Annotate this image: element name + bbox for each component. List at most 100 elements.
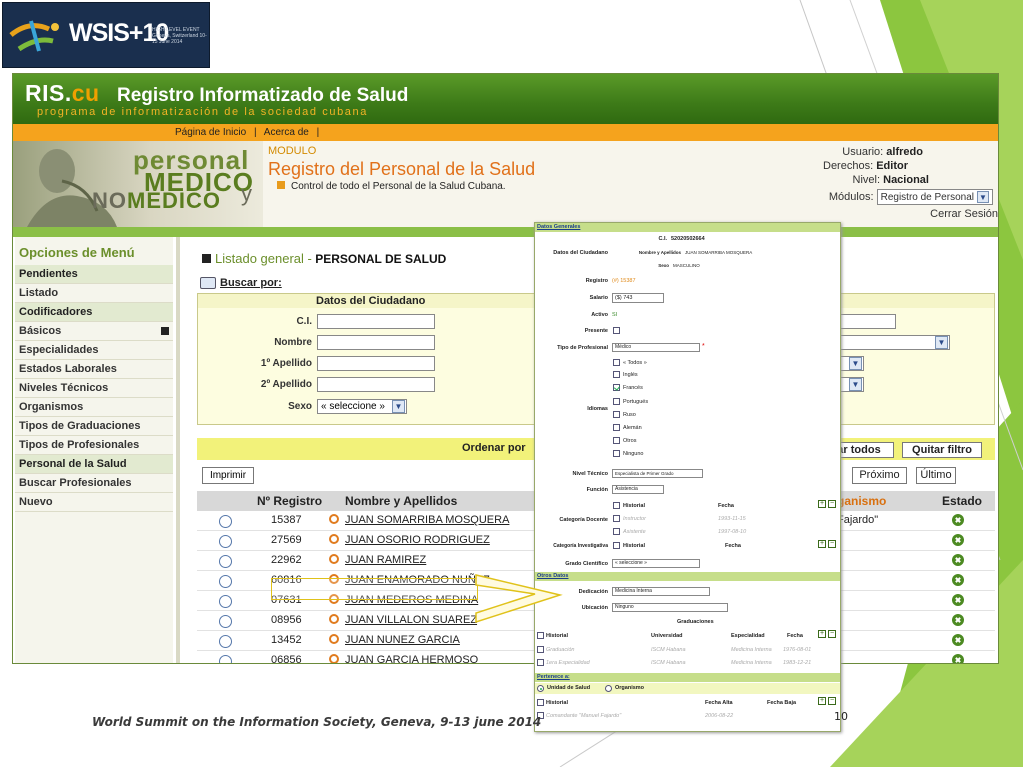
sidebar-item-tipos-profesionales[interactable]: Tipos de Profesionales [15, 436, 173, 455]
organismo-radio[interactable] [605, 685, 612, 692]
extra-input[interactable] [838, 314, 896, 329]
dedicacion-select[interactable]: Medicina Interna [612, 587, 710, 596]
sidebar-item-basicos[interactable]: Básicos [15, 322, 173, 341]
row-nombre-link[interactable]: JUAN ENAMORADO NUÑEZ [345, 574, 490, 586]
column-estado[interactable]: Estado [942, 494, 982, 508]
sidebar-item-especialidades[interactable]: Especialidades [15, 341, 173, 360]
apellido1-input[interactable] [317, 356, 435, 371]
row-nombre-link[interactable]: JUAN MEDEROS MEDINA [345, 594, 478, 606]
row-radio[interactable] [219, 555, 232, 568]
presente-checkbox[interactable] [613, 327, 620, 334]
status-check-icon[interactable] [952, 634, 964, 646]
status-check-icon[interactable] [952, 534, 964, 546]
idioma-checkbox-aleman[interactable] [613, 424, 620, 431]
idioma-checkbox-portugues[interactable] [613, 398, 620, 405]
plus-icon[interactable]: + [818, 540, 826, 548]
nav-acerca[interactable]: Acerca de [264, 127, 309, 138]
column-organismo[interactable]: ganismo [837, 494, 886, 508]
status-check-icon[interactable] [952, 514, 964, 526]
sidebar-item-estados-laborales[interactable]: Estados Laborales [15, 360, 173, 379]
sidebar-item-personal-salud[interactable]: Personal de la Salud [15, 455, 173, 474]
last-button[interactable]: Último [916, 467, 956, 484]
catdoc-row-checkbox[interactable] [613, 515, 620, 522]
sidebar-item-listado[interactable]: Listado [15, 284, 173, 303]
magnifier-icon[interactable] [329, 514, 339, 524]
column-nombre[interactable]: Nombre y Apellidos [345, 494, 457, 508]
sidebar-item-organismos[interactable]: Organismos [15, 398, 173, 417]
plus-icon[interactable]: + [818, 500, 826, 508]
column-registro[interactable]: Nº Registro [257, 494, 322, 508]
row-radio[interactable] [219, 515, 232, 528]
row-radio[interactable] [219, 635, 232, 648]
magnifier-icon[interactable] [329, 554, 339, 564]
row-radio[interactable] [219, 575, 232, 588]
magnifier-icon[interactable] [329, 574, 339, 584]
logout-link[interactable]: Cerrar Sesión [930, 208, 998, 220]
historial-checkbox[interactable] [613, 502, 620, 509]
historial-checkbox[interactable] [537, 632, 544, 639]
grad-row-checkbox[interactable] [537, 646, 544, 653]
magnifier-icon[interactable] [329, 654, 339, 663]
sidebar-item-nuevo[interactable]: Nuevo [15, 493, 173, 512]
row-nombre-link[interactable]: JUAN NUNEZ GARCIA [345, 634, 460, 646]
row-radio[interactable] [219, 535, 232, 548]
minus-icon[interactable]: − [828, 540, 836, 548]
status-check-icon[interactable] [952, 594, 964, 606]
sidebar-item-codificadores[interactable]: Codificadores [15, 303, 173, 322]
historial-checkbox[interactable] [537, 699, 544, 706]
magnifier-icon[interactable] [329, 594, 339, 604]
unidad-radio[interactable] [537, 685, 544, 692]
idioma-checkbox-ruso[interactable] [613, 411, 620, 418]
minus-icon[interactable]: − [828, 500, 836, 508]
row-radio[interactable] [219, 655, 232, 663]
idioma-checkbox-ingles[interactable] [613, 371, 620, 378]
extra-select[interactable]: ▼ [838, 335, 950, 350]
plus-icon[interactable]: + [818, 697, 826, 705]
magnifier-icon[interactable] [329, 534, 339, 544]
idioma-checkbox-todos[interactable] [613, 359, 620, 366]
plus-icon[interactable]: + [818, 630, 826, 638]
search-toggle[interactable]: Buscar por: [200, 277, 282, 290]
ci-input[interactable] [317, 314, 435, 329]
idioma-checkbox-ninguno[interactable] [613, 450, 620, 457]
sidebar-item-niveles-tecnicos[interactable]: Niveles Técnicos [15, 379, 173, 398]
row-nombre-link[interactable]: JUAN SOMARRIBA MOSQUERA [345, 514, 509, 526]
salario-input[interactable]: ($) 743 [612, 293, 664, 303]
minus-icon[interactable]: − [828, 630, 836, 638]
status-check-icon[interactable] [952, 554, 964, 566]
extra-select-2[interactable]: ▼ [838, 356, 864, 371]
minus-icon[interactable]: − [828, 697, 836, 705]
nombre-input[interactable] [317, 335, 435, 350]
section-datos-generales[interactable]: Datos Generales [535, 223, 840, 232]
extra-select-3[interactable]: ▼ [838, 377, 864, 392]
grado-cientifico-select[interactable]: « seleccione » [612, 559, 700, 568]
magnifier-icon[interactable] [329, 614, 339, 624]
historial-checkbox[interactable] [613, 542, 620, 549]
row-nombre-link[interactable]: JUAN OSORIO RODRIGUEZ [345, 534, 490, 546]
ubicacion-select[interactable]: Ninguno [612, 603, 728, 612]
status-check-icon[interactable] [952, 654, 964, 663]
status-check-icon[interactable] [952, 614, 964, 626]
row-nombre-link[interactable]: JUAN VILLALON SUAREZ [345, 614, 477, 626]
nav-inicio[interactable]: Página de Inicio [175, 127, 246, 138]
funcion-select[interactable]: Asistencia [612, 485, 664, 494]
sexo-select[interactable]: « seleccione » ▼ [317, 399, 407, 414]
section-otros-datos[interactable]: Otros Datos [535, 572, 840, 581]
next-button[interactable]: Próximo [852, 467, 907, 484]
nivel-tecnico-select[interactable]: Especialista de Primer Grado [612, 469, 703, 478]
catdoc-row-checkbox[interactable] [613, 528, 620, 535]
apellido2-input[interactable] [317, 377, 435, 392]
row-nombre-link[interactable]: JUAN GARCIA HERMOSO [345, 654, 478, 663]
tipo-profesional-select[interactable]: Médico [612, 343, 700, 352]
grad-row-checkbox[interactable] [537, 659, 544, 666]
sidebar-item-buscar-profesionales[interactable]: Buscar Profesionales [15, 474, 173, 493]
sidebar-item-pendientes[interactable]: Pendientes [15, 265, 173, 284]
section-pertenece[interactable]: Pertenece a: [535, 673, 840, 682]
status-check-icon[interactable] [952, 574, 964, 586]
row-radio[interactable] [219, 595, 232, 608]
row-nombre-link[interactable]: JUAN RAMIREZ [345, 554, 426, 566]
sidebar-item-tipos-graduaciones[interactable]: Tipos de Graduaciones [15, 417, 173, 436]
idioma-checkbox-otros[interactable] [613, 437, 620, 444]
modulos-select[interactable]: Registro de Personal ▼ [876, 189, 993, 205]
row-radio[interactable] [219, 615, 232, 628]
